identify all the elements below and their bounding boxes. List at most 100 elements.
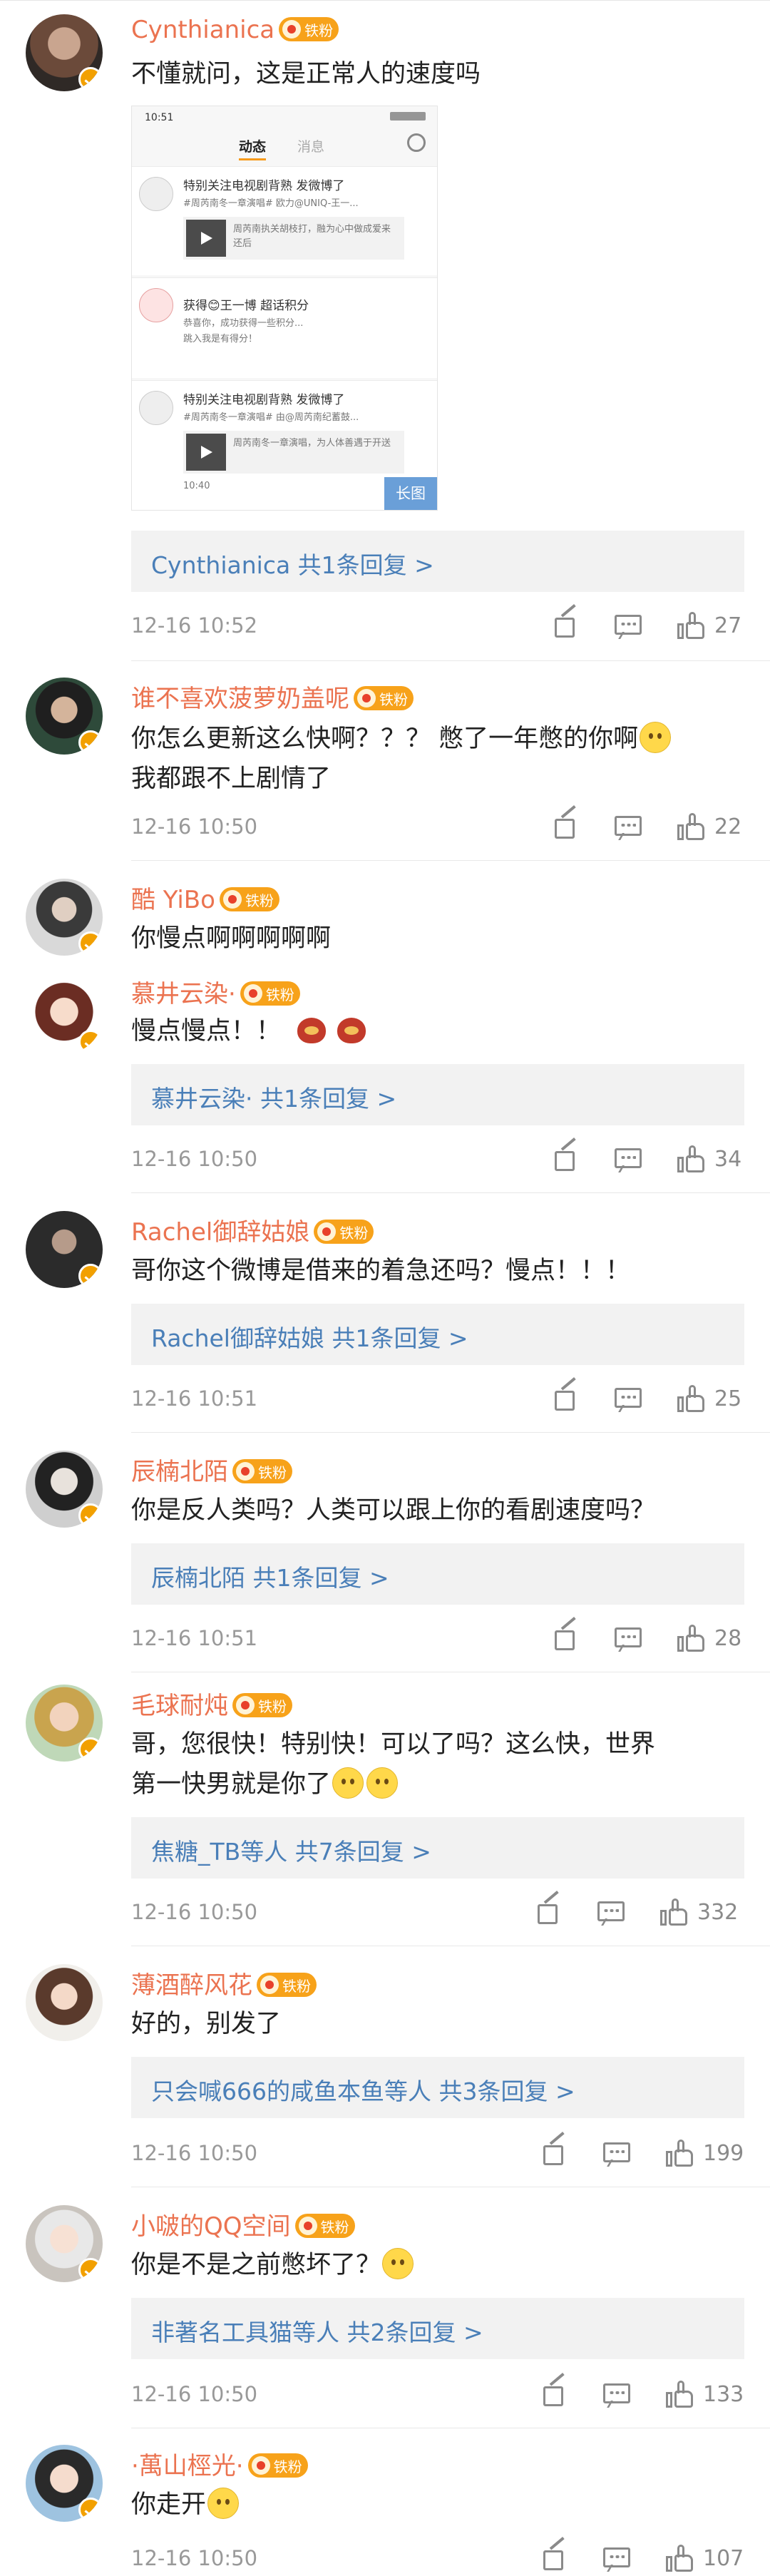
username[interactable]: 小啵的QQ空间 铁粉 bbox=[131, 2207, 355, 2242]
preview-tab-active: 动态 bbox=[239, 136, 267, 160]
verified-badge-icon bbox=[78, 1503, 103, 1528]
attached-screenshot-image[interactable]: 10:51 动态 消息 特别关注电视剧背熟 发微博了 #周芮南冬一章演唱# 欧力… bbox=[131, 106, 438, 511]
username[interactable]: Cynthianica 铁粉 bbox=[131, 16, 339, 44]
preview-row-title: 特别关注电视剧背熟 发微博了 bbox=[183, 179, 345, 193]
share-icon[interactable] bbox=[542, 2132, 568, 2167]
top-divider bbox=[0, 0, 770, 6]
emoji-icon bbox=[332, 1767, 364, 1799]
comment-text: 你是反人类吗？人类可以跟上你的看剧速度吗？ bbox=[131, 1496, 656, 1525]
share-icon[interactable] bbox=[553, 1138, 579, 1172]
comment-meta: 12-16 10:50 22 bbox=[131, 805, 744, 844]
verified-badge-icon bbox=[78, 730, 103, 755]
comment-icon[interactable] bbox=[603, 2383, 632, 2409]
avatar[interactable] bbox=[26, 1451, 103, 1528]
preview-row-sub: #周芮南冬一章演唱# 欧力@UNIQ-王一... bbox=[183, 198, 359, 209]
comment-icon[interactable] bbox=[603, 2547, 632, 2573]
username[interactable]: ·萬山桱光· 铁粉 bbox=[131, 2446, 308, 2481]
share-icon[interactable] bbox=[536, 1891, 562, 1926]
username[interactable]: 慕井云染· 铁粉 bbox=[131, 974, 300, 1009]
preview-avatar bbox=[139, 177, 173, 211]
comment-icon[interactable] bbox=[615, 615, 643, 640]
comment-text: 哥你这个微博是借来的着急还吗？慢点！！！ bbox=[131, 1257, 631, 1285]
like-icon bbox=[666, 2140, 694, 2168]
username[interactable]: 酷 YiBo 铁粉 bbox=[131, 880, 279, 915]
like-button[interactable]: 133 bbox=[666, 2381, 744, 2409]
username[interactable]: 毛球耐炖 铁粉 bbox=[131, 1686, 292, 1721]
comment-meta: 12-16 10:50 332 bbox=[131, 1891, 744, 1930]
fan-badge-icon: 铁粉 bbox=[314, 1219, 374, 1244]
comment-icon[interactable] bbox=[597, 1901, 626, 1927]
share-icon[interactable] bbox=[553, 604, 579, 639]
share-icon[interactable] bbox=[553, 805, 579, 840]
reply-summary[interactable]: 慕井云染· 共1条回复 > bbox=[131, 1064, 744, 1125]
preview-row-title: 获得😊王一博 超话积分 bbox=[183, 299, 309, 313]
comment-icon[interactable] bbox=[615, 1148, 643, 1174]
preview-card-text: 周芮南执关胡枝打，融为心中做成爱来还后 bbox=[233, 224, 391, 249]
avatar[interactable] bbox=[26, 2445, 103, 2522]
comment-time: 12-16 10:50 bbox=[131, 1900, 258, 1924]
preview-card: 周芮南执关胡枝打，融为心中做成爱来还后 bbox=[183, 217, 404, 260]
like-icon bbox=[677, 1145, 706, 1174]
avatar[interactable] bbox=[26, 678, 103, 755]
share-icon[interactable] bbox=[542, 2373, 568, 2408]
preview-status-icons bbox=[390, 112, 426, 121]
comment-icon[interactable] bbox=[603, 2142, 632, 2168]
fan-badge-icon: 铁粉 bbox=[294, 2213, 355, 2238]
verified-badge-icon bbox=[78, 1030, 103, 1054]
avatar[interactable] bbox=[26, 1685, 103, 1762]
like-button[interactable]: 107 bbox=[666, 2545, 744, 2573]
reply-summary[interactable]: Rachel御辞姑娘 共1条回复 > bbox=[131, 1304, 744, 1365]
share-icon[interactable] bbox=[542, 2537, 568, 2572]
like-count: 34 bbox=[714, 1147, 742, 1172]
comment-time: 12-16 10:50 bbox=[131, 2382, 258, 2406]
like-button[interactable]: 34 bbox=[677, 1145, 744, 1174]
emoji-icon bbox=[207, 2488, 240, 2519]
reply-summary[interactable]: Cynthianica 共1条回复 > bbox=[131, 531, 744, 592]
avatar[interactable] bbox=[26, 879, 103, 956]
like-button[interactable]: 22 bbox=[677, 813, 744, 842]
share-icon[interactable] bbox=[553, 1377, 579, 1412]
username[interactable]: 谁不喜欢菠萝奶盖呢 铁粉 bbox=[131, 679, 414, 714]
preview-card-text: 周芮南冬一章演唱，为人体善遇于开送 bbox=[233, 438, 391, 449]
reply-summary[interactable]: 辰楠北陌 共1条回复 > bbox=[131, 1543, 744, 1605]
like-count: 25 bbox=[714, 1386, 742, 1411]
angry-bird-emoji-icon bbox=[294, 1012, 329, 1046]
avatar[interactable] bbox=[26, 14, 103, 91]
preview-row-sub: 跳入我是有得分！ bbox=[183, 334, 258, 344]
avatar[interactable] bbox=[26, 977, 103, 1054]
avatar[interactable] bbox=[26, 1964, 103, 2041]
fan-badge-icon: 铁粉 bbox=[354, 685, 414, 710]
verified-badge-icon bbox=[78, 1264, 103, 1288]
like-button[interactable]: 25 bbox=[677, 1385, 744, 1414]
comment-icon[interactable] bbox=[615, 1627, 643, 1653]
comment-text: 好的，别发了 bbox=[131, 2010, 282, 2038]
comment-icon[interactable] bbox=[615, 1388, 643, 1414]
preview-status-time: 10:51 bbox=[145, 112, 174, 123]
username[interactable]: 薄酒醉风花 铁粉 bbox=[131, 1966, 317, 2000]
like-button[interactable]: 27 bbox=[677, 612, 744, 640]
avatar[interactable] bbox=[26, 2205, 103, 2282]
username[interactable]: 辰楠北陌 铁粉 bbox=[131, 1452, 292, 1487]
preview-video-thumb-icon bbox=[186, 434, 226, 471]
verified-badge-icon bbox=[78, 2258, 103, 2282]
avatar[interactable] bbox=[26, 1211, 103, 1288]
preview-tab-inactive: 消息 bbox=[297, 139, 325, 155]
emoji-icon bbox=[640, 722, 672, 753]
comment-meta: 12-16 10:52 27 bbox=[131, 604, 744, 643]
preview-avatar bbox=[139, 391, 173, 425]
long-image-label[interactable]: 长图 bbox=[384, 477, 437, 510]
reply-summary[interactable]: 焦糖_TB等人 共7条回复 > bbox=[131, 1817, 744, 1879]
reply-summary[interactable]: 非著名工具猫等人 共2条回复 > bbox=[131, 2298, 744, 2359]
reply-summary[interactable]: 只会喊666的咸鱼本鱼等人 共3条回复 > bbox=[131, 2057, 744, 2118]
like-button[interactable]: 332 bbox=[660, 1898, 744, 1927]
like-button[interactable]: 199 bbox=[666, 2140, 744, 2168]
comment-icon[interactable] bbox=[615, 816, 643, 842]
like-count: 27 bbox=[714, 613, 742, 638]
username[interactable]: Rachel御辞姑娘 铁粉 bbox=[131, 1212, 374, 1247]
preview-avatar bbox=[139, 288, 173, 322]
share-icon[interactable] bbox=[553, 1617, 579, 1652]
comment-time: 12-16 10:50 bbox=[131, 1147, 258, 1171]
comment-time: 12-16 10:51 bbox=[131, 1386, 258, 1411]
comment-text: 哥，您很快！特别快！可以了吗？这么快，世界 第一快男就是你了 bbox=[131, 1730, 656, 1799]
like-button[interactable]: 28 bbox=[677, 1625, 744, 1653]
